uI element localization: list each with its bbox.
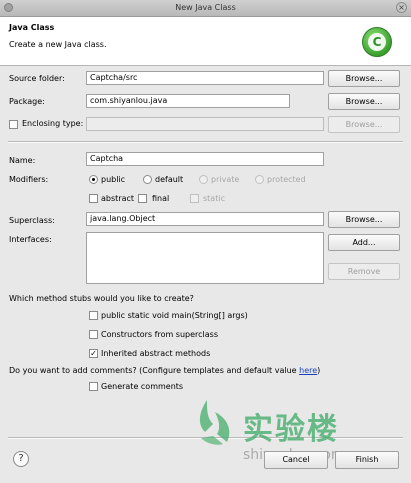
wizard-header: Java Class Create a new Java class. C [0, 17, 411, 66]
interfaces-add-button[interactable]: Add... [328, 234, 400, 251]
final-checkbox-label: final [152, 194, 170, 203]
separator [8, 141, 403, 143]
constructors-checkbox[interactable] [89, 330, 98, 339]
static-checkbox[interactable] [190, 194, 199, 203]
wizard-subtitle: Create a new Java class. [9, 40, 107, 49]
modifiers-label: Modifiers: [9, 175, 49, 184]
shiyanlou-watermark-logo-icon [199, 400, 230, 445]
abstract-checkbox-label: abstract [101, 194, 135, 203]
interfaces-list[interactable] [86, 232, 324, 284]
constructors-label: Constructors from superclass [101, 330, 219, 339]
window-title: New Java Class [175, 3, 236, 12]
public-radio-label: public [101, 175, 126, 184]
abstract-checkbox[interactable] [89, 194, 98, 203]
help-icon[interactable]: ? [13, 451, 29, 467]
superclass-browse-button[interactable]: Browse... [328, 211, 400, 228]
public-radio[interactable] [89, 175, 98, 184]
generate-comments-label: Generate comments [101, 382, 184, 391]
source-folder-browse-button[interactable]: Browse... [328, 70, 400, 87]
title-bar: New Java Class × [0, 0, 411, 17]
final-checkbox[interactable] [138, 194, 147, 203]
name-label: Name: [9, 156, 36, 165]
main-method-label: public static void main(String[] args) [101, 311, 248, 320]
configure-templates-link[interactable]: here [299, 366, 317, 375]
static-checkbox-label: static [203, 194, 225, 203]
finish-button[interactable]: Finish [335, 451, 399, 469]
source-folder-input[interactable]: Captcha/src [86, 71, 324, 85]
enclosing-type-browse-button[interactable]: Browse... [328, 116, 400, 133]
private-radio[interactable] [199, 175, 208, 184]
package-browse-button[interactable]: Browse... [328, 93, 400, 110]
stubs-question: Which method stubs would you like to cre… [9, 294, 194, 303]
enclosing-type-label: Enclosing type: [22, 119, 84, 128]
package-label: Package: [9, 97, 45, 106]
name-input[interactable]: Captcha [86, 152, 324, 166]
interfaces-remove-button[interactable]: Remove [328, 263, 400, 280]
java-class-logo-icon: C [362, 27, 392, 57]
comments-question: Do you want to add comments? (Configure … [9, 366, 320, 375]
default-radio[interactable] [143, 175, 152, 184]
inherited-methods-checkbox[interactable]: ✓ [89, 349, 98, 358]
interfaces-label: Interfaces: [9, 235, 52, 244]
superclass-input[interactable]: java.lang.Object [86, 212, 324, 226]
inherited-methods-label: Inherited abstract methods [101, 349, 211, 358]
default-radio-label: default [155, 175, 184, 184]
close-icon[interactable]: × [396, 2, 407, 13]
enclosing-type-checkbox[interactable] [9, 120, 18, 129]
watermark-text: 实验楼 [243, 412, 339, 447]
enclosing-type-input[interactable] [86, 117, 324, 131]
source-folder-label: Source folder: [9, 74, 65, 83]
cancel-button[interactable]: Cancel [264, 451, 328, 469]
protected-radio-label: protected [267, 175, 306, 184]
package-input[interactable]: com.shiyanlou.java [86, 94, 290, 108]
wizard-title: Java Class [9, 23, 55, 32]
superclass-label: Superclass: [9, 216, 55, 225]
generate-comments-checkbox[interactable] [89, 382, 98, 391]
comments-question-end: ) [317, 366, 321, 375]
protected-radio[interactable] [255, 175, 264, 184]
comments-question-text: Do you want to add comments? (Configure … [9, 366, 300, 375]
private-radio-label: private [211, 175, 240, 184]
main-method-checkbox[interactable] [89, 311, 98, 320]
